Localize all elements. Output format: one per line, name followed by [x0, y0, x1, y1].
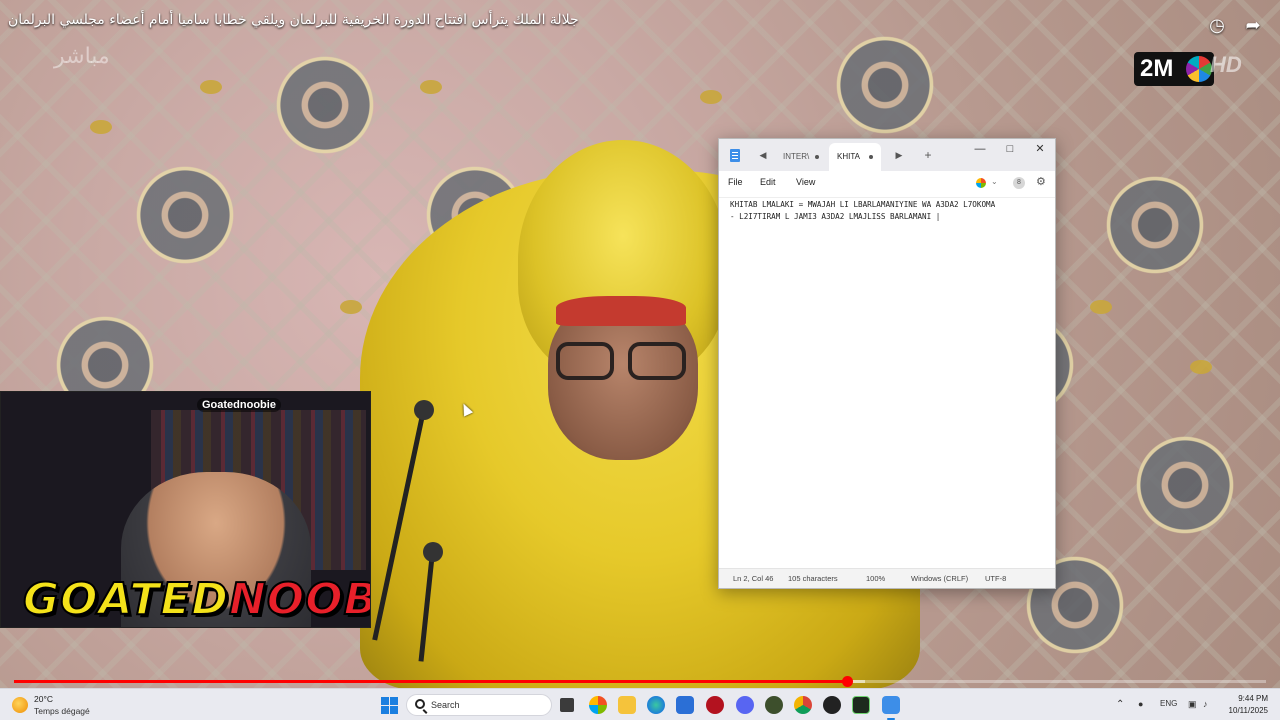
chrome-icon[interactable] — [794, 696, 812, 714]
mosaic-detail — [90, 120, 112, 134]
minimize-button[interactable]: — — [965, 139, 995, 159]
task-view-icon[interactable] — [560, 698, 574, 712]
cursor-position: Ln 2, Col 46 — [733, 574, 774, 583]
store-icon[interactable] — [676, 696, 694, 714]
speaker-cap — [556, 296, 686, 326]
weather-moon-icon[interactable] — [12, 697, 28, 713]
account-icon[interactable]: 8 — [1013, 177, 1025, 189]
media-app-icon[interactable] — [706, 696, 724, 714]
copilot-taskbar-icon[interactable] — [589, 696, 607, 714]
microphone — [423, 542, 443, 562]
terminal-icon[interactable] — [852, 696, 870, 714]
channel-logo-text: 2M — [1140, 55, 1174, 82]
search-box[interactable]: Search — [406, 694, 552, 716]
hd-mark: HD — [1210, 52, 1242, 77]
clock-icon[interactable]: ◷ — [1206, 14, 1228, 36]
character-count: 105 characters — [788, 574, 838, 583]
tab-khita[interactable]: KHITA — [829, 143, 881, 171]
obs-icon[interactable] — [823, 696, 841, 714]
webcam-overlay: Goatednoobie GOATEDNOOBIE — [0, 391, 371, 628]
search-icon — [415, 699, 425, 709]
notepad-menu-bar: File Edit View ⌄ 8 ⚙ — [719, 171, 1055, 198]
maximize-button[interactable]: □ — [995, 139, 1025, 159]
channel-star-icon — [1186, 56, 1212, 82]
menu-view[interactable]: View — [796, 177, 815, 187]
menu-file[interactable]: File — [728, 177, 743, 187]
discord-icon[interactable] — [736, 696, 754, 714]
new-tab-button[interactable]: + — [921, 146, 935, 164]
brand-part1: GOATED — [22, 573, 229, 626]
video-title: جلالة الملك يترأس افتتاح الدورة الخريفية… — [8, 12, 579, 28]
line-endings: Windows (CRLF) — [911, 574, 969, 583]
menu-edit[interactable]: Edit — [760, 177, 776, 187]
channel-logo: 2M — [1134, 52, 1214, 86]
mosaic-detail — [340, 300, 362, 314]
close-button[interactable]: ✕ — [1025, 139, 1055, 159]
notepad-text-area[interactable]: KHITAB LMALAKI = MWAJAH LI LBARLAMANIYIN… — [730, 199, 1046, 223]
game-app-icon[interactable] — [765, 696, 783, 714]
scrubber-handle[interactable] — [841, 676, 853, 687]
played-bar — [14, 680, 847, 683]
mosaic-pattern — [260, 40, 390, 170]
chevron-down-icon[interactable]: ⌄ — [991, 177, 998, 186]
weather-temperature[interactable]: 20°C — [34, 694, 53, 704]
streamer-brand: GOATEDNOOBIE — [22, 573, 370, 626]
notepad-tab-bar: ◀ INTER\ KHITA ▶ + — □ ✕ — [719, 139, 1055, 171]
tab-scroll-left-button[interactable]: ◀ — [757, 146, 769, 164]
speaker-glasses — [556, 342, 690, 382]
mosaic-detail — [1090, 300, 1112, 314]
notepad-window[interactable]: ◀ INTER\ KHITA ▶ + — □ ✕ File Edit View … — [718, 138, 1056, 589]
mosaic-pattern — [120, 150, 250, 280]
volume-icon[interactable]: ♪ — [1203, 699, 1208, 709]
gear-icon[interactable]: ⚙ — [1036, 175, 1046, 188]
mosaic-detail — [420, 80, 442, 94]
tab-label: INTER\ — [783, 152, 810, 161]
share-icon[interactable]: ➦ — [1242, 14, 1264, 36]
tab-label: KHITA — [837, 152, 860, 161]
notepad-taskbar-icon[interactable] — [882, 696, 900, 720]
clock-time[interactable]: 9:44 PM — [1226, 694, 1268, 703]
mosaic-pattern — [1090, 160, 1220, 290]
file-explorer-icon[interactable] — [618, 696, 636, 714]
mosaic-detail — [1190, 360, 1212, 374]
tab-scroll-right-button[interactable]: ▶ — [893, 146, 905, 164]
brand-part2: NOOBIE — [228, 573, 370, 626]
taskbar: 20°C Temps dégagé Search ⌃ ENG ● ▣ ♪ 9:4… — [0, 688, 1280, 720]
weather-condition[interactable]: Temps dégagé — [34, 706, 90, 716]
notepad-status-bar: Ln 2, Col 46 105 characters 100% Windows… — [719, 568, 1055, 588]
notepad-app-icon — [730, 149, 740, 162]
search-placeholder: Search — [431, 700, 460, 710]
windows-start-icon[interactable] — [381, 697, 398, 714]
mosaic-detail — [200, 80, 222, 94]
video-progress-bar[interactable] — [14, 676, 1266, 687]
microphone-icon[interactable]: ● — [1138, 699, 1143, 709]
streamer-tag: Goatednoobie — [197, 398, 281, 412]
zoom-level: 100% — [866, 574, 886, 583]
edge-browser-icon[interactable] — [647, 696, 665, 714]
language-indicator[interactable]: ENG — [1160, 699, 1177, 708]
mosaic-pattern — [1120, 420, 1250, 550]
live-watermark: مباشر — [54, 44, 110, 69]
mosaic-pattern — [820, 20, 950, 150]
unsaved-dot-icon — [869, 155, 873, 159]
unsaved-dot-icon — [815, 155, 819, 159]
chevron-up-icon[interactable]: ⌃ — [1116, 699, 1124, 710]
encoding: UTF-8 — [985, 574, 1007, 583]
copilot-icon[interactable] — [976, 178, 986, 188]
microphone — [414, 400, 434, 420]
network-icon[interactable]: ▣ — [1188, 699, 1197, 710]
mosaic-detail — [700, 90, 722, 104]
clock-date[interactable]: 10/11/2025 — [1222, 706, 1268, 715]
tab-inter[interactable]: INTER\ — [775, 143, 827, 171]
